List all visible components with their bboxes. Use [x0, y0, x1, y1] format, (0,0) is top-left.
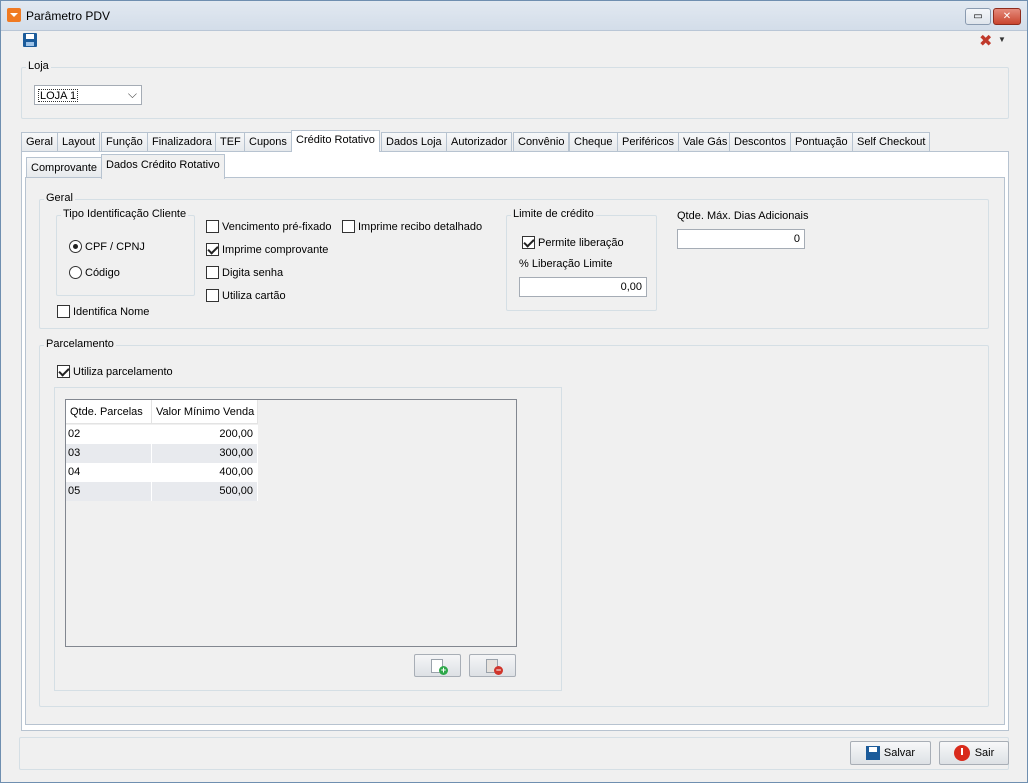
- utiliza-parcelamento-checkbox[interactable]: Utiliza parcelamento: [57, 365, 173, 378]
- dias-adicionais-label: Qtde. Máx. Dias Adicionais: [677, 210, 809, 222]
- app-icon: [7, 8, 21, 22]
- restore-button[interactable]: ▭: [965, 8, 991, 25]
- add-row-button[interactable]: +: [414, 654, 461, 677]
- tab-cheque[interactable]: Cheque: [569, 132, 618, 151]
- checkbox-indicator: [206, 289, 219, 302]
- table-row[interactable]: 04 400,00: [66, 463, 258, 482]
- imprime-comprovante-checkbox[interactable]: Imprime comprovante: [206, 243, 328, 256]
- parcelamento-group-label: Parcelamento: [44, 338, 116, 350]
- checkbox-indicator: [522, 236, 535, 249]
- tools-icon: ✖: [979, 33, 993, 50]
- radio-indicator: [69, 240, 82, 253]
- utiliza-parcelamento-label: Utiliza parcelamento: [73, 365, 173, 378]
- loja-select[interactable]: LOJA 1 ⌵: [34, 85, 142, 105]
- checkbox-indicator: [206, 243, 219, 256]
- identifica-nome-label: Identifica Nome: [73, 305, 150, 318]
- radio-cpf-cnpj[interactable]: CPF / CPNJ: [69, 240, 145, 253]
- tab-geral[interactable]: Geral: [21, 132, 58, 151]
- utiliza-cartao-label: Utiliza cartão: [222, 289, 286, 302]
- checkbox-indicator: [206, 220, 219, 233]
- tab-dados-loja[interactable]: Dados Loja: [381, 132, 447, 151]
- tipo-identificacao-group: Tipo Identificação Cliente: [56, 208, 195, 296]
- tab-vale-gas[interactable]: Vale Gás: [678, 132, 733, 151]
- tab-perifericos[interactable]: Periféricos: [617, 132, 679, 151]
- cell-valor: 500,00: [152, 482, 258, 501]
- subtab-dados-credito-rotativo[interactable]: Dados Crédito Rotativo: [101, 154, 225, 179]
- exit-icon: [953, 745, 970, 761]
- col-qtde-parcelas[interactable]: Qtde. Parcelas: [66, 400, 152, 424]
- tab-credito-rotativo[interactable]: Crédito Rotativo: [291, 130, 380, 152]
- checkbox-indicator: [57, 305, 70, 318]
- dias-adicionais-input[interactable]: 0: [677, 229, 805, 249]
- cell-parcelas: 02: [66, 425, 152, 444]
- close-button[interactable]: ✕: [993, 8, 1021, 25]
- cell-parcelas: 03: [66, 444, 152, 463]
- tab-convenio[interactable]: Convênio: [513, 132, 570, 151]
- sair-button[interactable]: Sair: [939, 741, 1009, 765]
- utiliza-cartao-checkbox[interactable]: Utiliza cartão: [206, 289, 286, 302]
- radio-indicator: [69, 266, 82, 279]
- cell-valor: 400,00: [152, 463, 258, 482]
- permite-liberacao-label: Permite liberação: [538, 236, 624, 249]
- table-row[interactable]: 05 500,00: [66, 482, 258, 501]
- cell-parcelas: 05: [66, 482, 152, 501]
- vencimento-label: Vencimento pré-fixado: [222, 220, 332, 233]
- dropdown-arrow-icon: ▼: [998, 35, 1006, 44]
- checkbox-indicator: [342, 220, 355, 233]
- digita-senha-label: Digita senha: [222, 266, 284, 279]
- title-bar: Parâmetro PDV ▭ ✕: [1, 1, 1027, 31]
- plus-icon: +: [440, 665, 447, 675]
- parcelas-grid[interactable]: Qtde. Parcelas Valor Mínimo Venda 02 200…: [65, 399, 517, 647]
- loja-group-label: Loja: [26, 60, 51, 72]
- salvar-label: Salvar: [883, 747, 916, 759]
- grid-header: Qtde. Parcelas Valor Mínimo Venda: [66, 400, 258, 424]
- tab-tef[interactable]: TEF: [215, 132, 246, 151]
- cell-valor: 200,00: [152, 425, 258, 444]
- remove-row-button[interactable]: −: [469, 654, 516, 677]
- checkbox-indicator: [57, 365, 70, 378]
- tab-descontos[interactable]: Descontos: [729, 132, 791, 151]
- tab-cupons[interactable]: Cupons: [244, 132, 292, 151]
- salvar-button[interactable]: Salvar: [850, 741, 931, 765]
- table-row[interactable]: 03 300,00: [66, 444, 258, 463]
- save-disk-icon[interactable]: [23, 33, 37, 47]
- perc-liberacao-input[interactable]: 0,00: [519, 277, 647, 297]
- chevron-down-icon: ⌵: [127, 87, 137, 101]
- perc-liberacao-label: % Liberação Limite: [519, 258, 613, 270]
- identifica-nome-checkbox[interactable]: Identifica Nome: [57, 305, 149, 318]
- imprime-recibo-checkbox[interactable]: Imprime recibo detalhado: [342, 220, 482, 233]
- imprime-recibo-label: Imprime recibo detalhado: [358, 220, 483, 233]
- checkbox-indicator: [206, 266, 219, 279]
- radio-codigo-label: Código: [85, 266, 120, 279]
- tools-menu-button[interactable]: ✖ ▼: [979, 33, 1009, 50]
- tab-layout[interactable]: Layout: [57, 132, 101, 151]
- limite-credito-label: Limite de crédito: [511, 208, 596, 220]
- permite-liberacao-checkbox[interactable]: Permite liberação: [522, 236, 624, 249]
- sair-label: Sair: [974, 747, 995, 759]
- geral-group-label: Geral: [44, 192, 75, 204]
- imprime-comprovante-label: Imprime comprovante: [222, 243, 329, 256]
- parametro-pdv-window: Parâmetro PDV ▭ ✕ ✖ ▼ Loja LOJA 1 ⌵ Gera…: [0, 0, 1028, 783]
- minus-icon: −: [495, 665, 502, 675]
- window-title: Parâmetro PDV: [26, 9, 111, 23]
- cell-parcelas: 04: [66, 463, 152, 482]
- subtab-comprovante[interactable]: Comprovante: [26, 157, 103, 178]
- save-icon: [865, 746, 880, 760]
- tab-finalizadora[interactable]: Finalizadora: [147, 132, 217, 151]
- vencimento-checkbox[interactable]: Vencimento pré-fixado: [206, 220, 331, 233]
- col-valor-minimo[interactable]: Valor Mínimo Venda: [152, 400, 258, 424]
- tab-pontuacao[interactable]: Pontuação: [790, 132, 853, 151]
- loja-group: Loja LOJA 1 ⌵: [21, 60, 1009, 119]
- loja-selected-value: LOJA 1: [38, 89, 79, 102]
- radio-codigo[interactable]: Código: [69, 266, 120, 279]
- digita-senha-checkbox[interactable]: Digita senha: [206, 266, 283, 279]
- cell-valor: 300,00: [152, 444, 258, 463]
- tab-autorizador[interactable]: Autorizador: [446, 132, 513, 151]
- tab-self-checkout[interactable]: Self Checkout: [852, 132, 931, 151]
- tab-funcao[interactable]: Função: [101, 132, 148, 151]
- table-row[interactable]: 02 200,00: [66, 425, 258, 444]
- tipo-identificacao-label: Tipo Identificação Cliente: [61, 208, 189, 220]
- radio-cpf-cnpj-label: CPF / CPNJ: [85, 240, 145, 253]
